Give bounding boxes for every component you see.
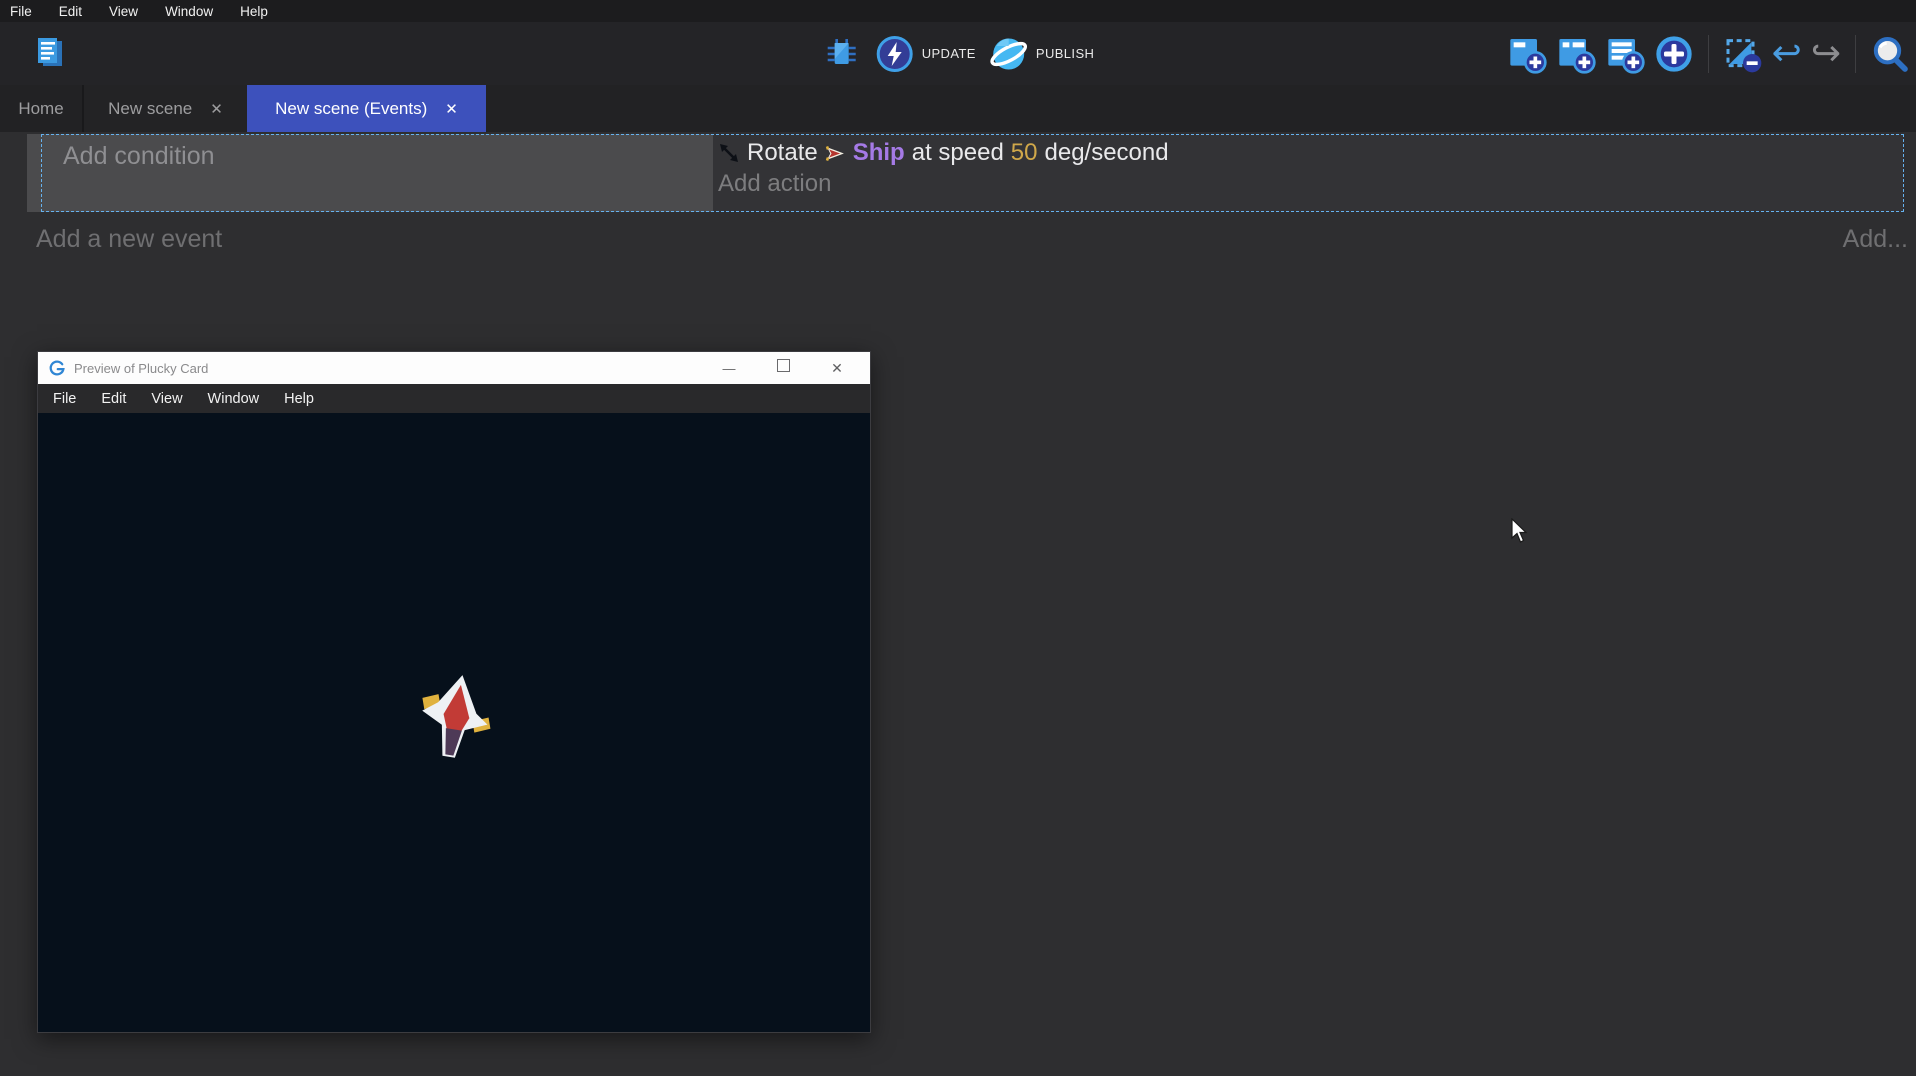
tab-label: Home bbox=[18, 99, 63, 119]
add-event-link[interactable]: Add... bbox=[1843, 225, 1908, 254]
toolbar-separator bbox=[1708, 35, 1709, 73]
mouse-cursor bbox=[1511, 518, 1529, 544]
maximize-button[interactable] bbox=[760, 359, 806, 377]
update-bolt-icon bbox=[875, 34, 915, 74]
update-button[interactable]: UPDATE bbox=[875, 34, 976, 74]
ship-object-icon bbox=[825, 143, 846, 164]
tab-new-scene[interactable]: New scene ✕ bbox=[84, 85, 247, 132]
menu-window[interactable]: Window bbox=[165, 4, 213, 19]
menu-view[interactable]: View bbox=[109, 4, 138, 19]
main-menubar: File Edit View Window Help bbox=[0, 0, 1916, 22]
action-rotate[interactable]: Rotate Ship at speed 50 deg/second bbox=[718, 139, 1904, 167]
tab-label: New scene bbox=[108, 99, 192, 119]
close-tab-icon[interactable]: ✕ bbox=[445, 100, 458, 118]
close-button[interactable]: ✕ bbox=[814, 360, 860, 377]
preview-titlebar[interactable]: Preview of Plucky Card — ✕ bbox=[38, 352, 870, 384]
add-condition-placeholder[interactable]: Add condition bbox=[63, 142, 215, 170]
gdevelop-logo-icon bbox=[48, 359, 66, 377]
publish-button[interactable]: PUBLISH bbox=[989, 34, 1094, 74]
close-tab-icon[interactable]: ✕ bbox=[210, 100, 223, 118]
preview-menu-view[interactable]: View bbox=[151, 391, 182, 407]
events-sheet: Add condition Rotate S bbox=[0, 132, 1916, 1076]
game-viewport[interactable] bbox=[38, 413, 870, 1032]
project-manager-icon[interactable] bbox=[30, 33, 70, 73]
tab-bar: Home New scene ✕ New scene (Events) ✕ bbox=[0, 85, 1916, 132]
add-new-event-placeholder[interactable]: Add a new event bbox=[36, 225, 222, 254]
tab-new-scene-events[interactable]: New scene (Events) ✕ bbox=[247, 85, 486, 132]
undo-button[interactable]: ↩ bbox=[1772, 34, 1802, 74]
actions-column[interactable]: Rotate Ship at speed 50 deg/second Add a… bbox=[713, 134, 1904, 212]
conditions-column[interactable]: Add condition bbox=[41, 134, 713, 212]
toolbar-separator bbox=[1855, 35, 1856, 73]
menu-file[interactable]: File bbox=[10, 4, 32, 19]
preview-window[interactable]: Preview of Plucky Card — ✕ File Edit Vie… bbox=[37, 351, 871, 1033]
add-comment-button[interactable] bbox=[1605, 34, 1645, 74]
action-verb: Rotate bbox=[747, 139, 818, 167]
tab-label: New scene (Events) bbox=[275, 99, 427, 119]
delete-selection-button[interactable] bbox=[1723, 34, 1763, 74]
action-unit: deg/second bbox=[1045, 139, 1169, 167]
action-value: 50 bbox=[1011, 139, 1038, 167]
add-action-placeholder[interactable]: Add action bbox=[718, 170, 1904, 198]
publish-label: PUBLISH bbox=[1036, 46, 1094, 61]
preview-menu-file[interactable]: File bbox=[53, 391, 76, 407]
preview-menu-help[interactable]: Help bbox=[284, 391, 314, 407]
menu-edit[interactable]: Edit bbox=[59, 4, 82, 19]
event-row[interactable]: Add condition Rotate S bbox=[27, 134, 1904, 212]
action-middle-text: at speed bbox=[912, 139, 1004, 167]
menu-help[interactable]: Help bbox=[240, 4, 268, 19]
search-button[interactable] bbox=[1870, 34, 1910, 74]
update-label: UPDATE bbox=[922, 46, 976, 61]
preview-menubar: File Edit View Window Help bbox=[38, 384, 870, 413]
action-object: Ship bbox=[853, 139, 905, 167]
rotate-action-icon bbox=[718, 142, 740, 164]
debug-icon[interactable] bbox=[822, 34, 862, 74]
choose-add-event-button[interactable] bbox=[1654, 34, 1694, 74]
tab-home[interactable]: Home bbox=[0, 85, 82, 132]
preview-menu-edit[interactable]: Edit bbox=[101, 391, 126, 407]
publish-planet-icon bbox=[989, 34, 1029, 74]
gdevelop-window: File Edit View Window Help bbox=[0, 0, 1916, 1076]
minimize-button[interactable]: — bbox=[706, 361, 752, 376]
add-event-button[interactable] bbox=[1507, 34, 1547, 74]
ship-sprite bbox=[405, 665, 508, 768]
redo-button[interactable]: ↪ bbox=[1811, 34, 1841, 74]
preview-title: Preview of Plucky Card bbox=[74, 361, 208, 376]
preview-menu-window[interactable]: Window bbox=[208, 391, 260, 407]
add-subevent-button[interactable] bbox=[1556, 34, 1596, 74]
main-toolbar: UPDATE PUBLISH bbox=[0, 22, 1916, 85]
